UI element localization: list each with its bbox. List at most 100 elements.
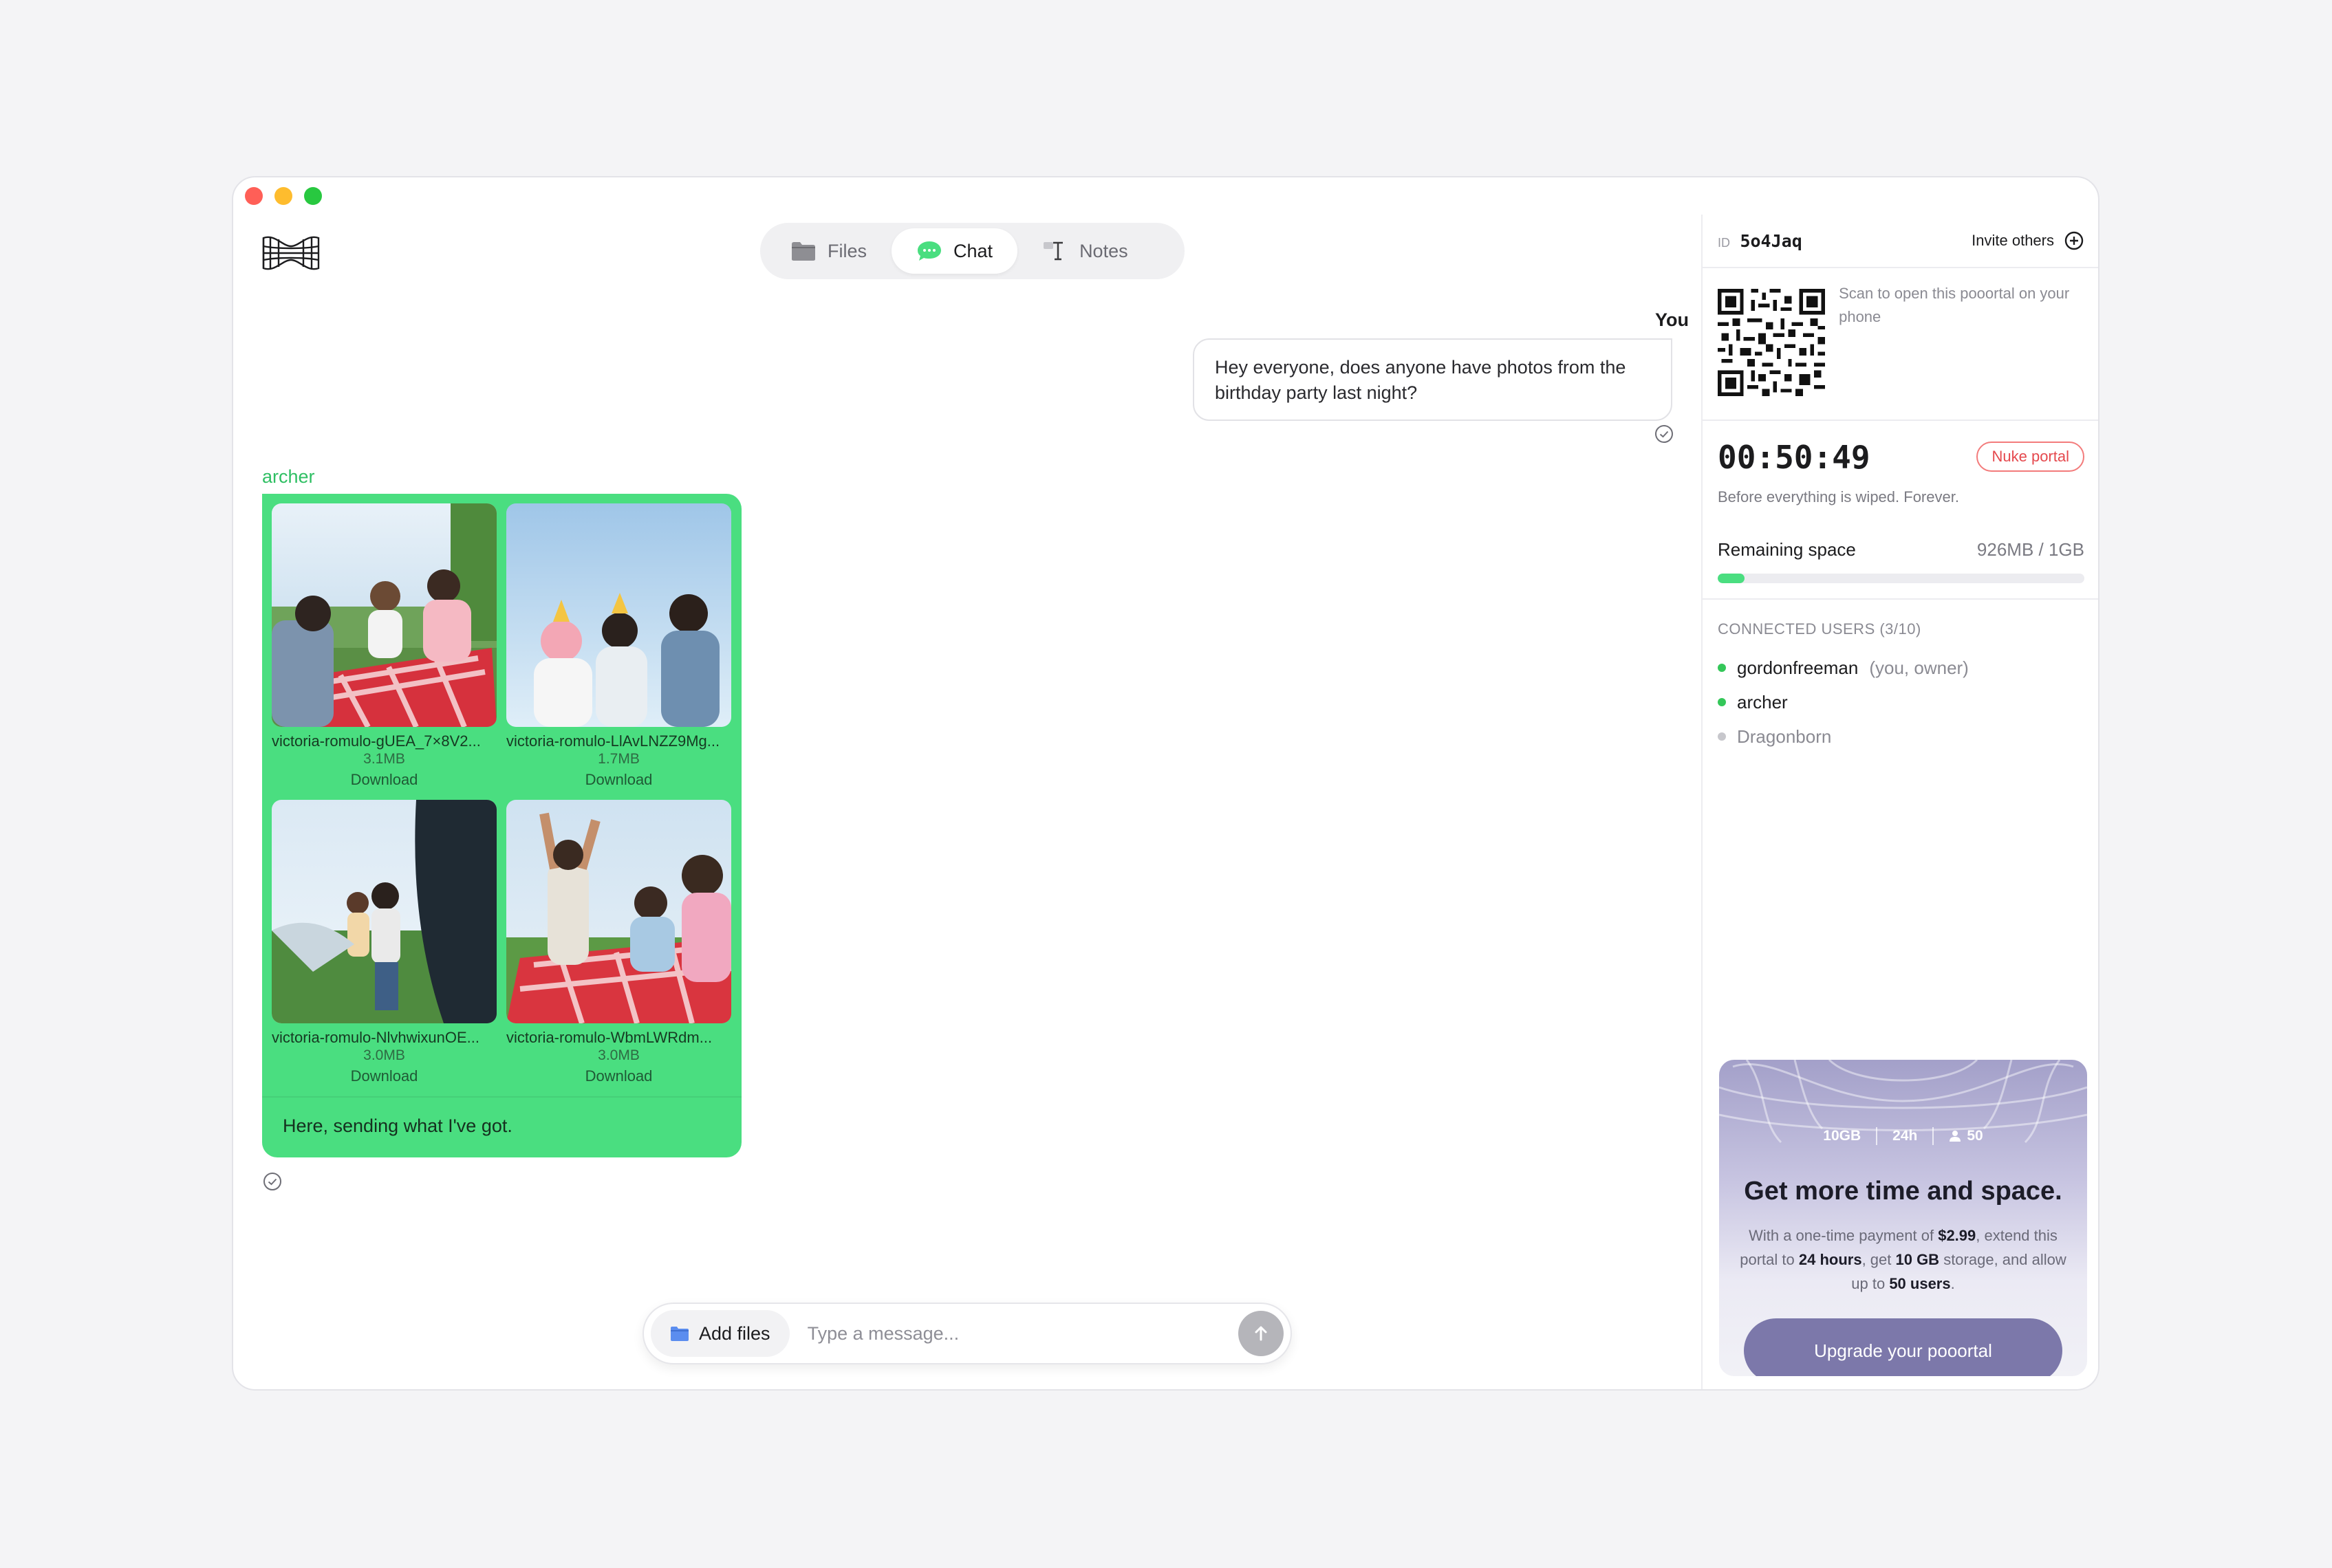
attachment-filename: victoria-romulo-WbmLWRdm... — [506, 1029, 713, 1046]
user-list-item: gordonfreeman (you, owner) — [1718, 651, 2084, 685]
app-logo-icon[interactable] — [261, 231, 321, 275]
tab-chat-label: Chat — [953, 240, 993, 261]
user-name: archer — [1737, 691, 1788, 712]
attachment-size: 3.0MB — [363, 1047, 405, 1063]
window-controls — [245, 187, 322, 205]
attachment-item: victoria-romulo-NlvhwixunOE... 3.0MB Dow… — [272, 800, 497, 1088]
promo-title: Get more time and space. — [1744, 1177, 2062, 1206]
photo-thumbnail[interactable] — [272, 800, 497, 1023]
attachment-item: victoria-romulo-WbmLWRdm... 3.0MB Downlo… — [506, 800, 731, 1088]
user-list-item: archer — [1718, 685, 2084, 719]
portal-id-section: ID 5o4Jaq Invite others — [1703, 215, 2098, 268]
promo-price: $2.99 — [1938, 1227, 1976, 1244]
user-meta: (you, owner) — [1869, 657, 1969, 678]
tab-notes[interactable]: Notes — [1017, 228, 1153, 274]
message-text: Here, sending what I've got. — [262, 1096, 742, 1157]
attachment-item: victoria-romulo-LlAvLNZZ9Mg... 1.7MB Dow… — [506, 503, 731, 792]
message-composer: Add files — [643, 1303, 1292, 1364]
divider — [1876, 1127, 1878, 1145]
divider — [1932, 1127, 1934, 1145]
attachment-filename: victoria-romulo-gUEA_7×8V2... — [272, 732, 481, 750]
invite-others-label: Invite others — [1972, 232, 2054, 249]
download-link[interactable]: Download — [272, 768, 497, 792]
promo-storage: 10 GB — [1895, 1251, 1940, 1268]
qr-section: Scan to open this pooortal on your phone — [1703, 268, 2098, 421]
upgrade-promo-card: 10GB 24h 50 Get more time and space. Wit… — [1719, 1060, 2087, 1376]
storage-progress-fill — [1718, 574, 1745, 583]
attachment-item: victoria-romulo-gUEA_7×8V2... 3.1MB Down… — [272, 503, 497, 792]
storage-progress-bar — [1718, 574, 2084, 583]
promo-text: . — [1950, 1275, 1955, 1292]
sender-label-you: You — [1655, 309, 1689, 330]
qr-instructions: Scan to open this pooortal on your phone — [1839, 285, 2070, 325]
maximize-window-button[interactable] — [304, 187, 322, 205]
plus-circle-icon — [2064, 231, 2084, 250]
add-files-label: Add files — [699, 1322, 770, 1344]
tab-chat[interactable]: Chat — [892, 228, 1018, 274]
promo-users: 50 users — [1889, 1275, 1951, 1292]
nuke-portal-button[interactable]: Nuke portal — [1976, 442, 2084, 472]
invite-others-button[interactable]: Invite others — [1972, 230, 2084, 251]
upgrade-button[interactable]: Upgrade your pooortal — [1744, 1318, 2062, 1376]
timer-caption: Before everything is wiped. Forever. — [1718, 488, 1959, 505]
photo-thumbnail[interactable] — [272, 503, 497, 727]
message-input[interactable] — [789, 1322, 1238, 1344]
promo-stats: 10GB 24h 50 — [1719, 1127, 2087, 1145]
online-status-dot — [1718, 664, 1726, 672]
promo-text: With a one-time payment of — [1749, 1227, 1939, 1244]
countdown-timer: 00:50:49 — [1718, 439, 1870, 476]
message-bubble-archer: victoria-romulo-gUEA_7×8V2... 3.1MB Down… — [262, 494, 742, 1157]
message-bubble-you: Hey everyone, does anyone have photos fr… — [1193, 338, 1672, 421]
portal-id-value[interactable]: 5o4Jaq — [1740, 231, 1802, 251]
connected-users-header: CONNECTED USERS (3/10) — [1718, 620, 1921, 638]
user-name: gordonfreeman — [1737, 657, 1859, 678]
photo-thumbnail[interactable] — [506, 800, 731, 1023]
remaining-space-label: Remaining space — [1718, 539, 1856, 560]
delivered-check-icon — [1655, 425, 1673, 443]
user-list-item: Dragonborn — [1718, 719, 2084, 754]
portal-sidebar: ID 5o4Jaq Invite others Scan to open thi… — [1701, 215, 2098, 1389]
tab-files-label: Files — [828, 240, 867, 261]
portal-id-label: ID — [1718, 235, 1730, 250]
download-link[interactable]: Download — [506, 1065, 731, 1088]
attachment-size: 3.1MB — [363, 751, 405, 767]
view-tabs: Files Chat Notes — [760, 223, 1185, 279]
folder-icon — [792, 242, 815, 261]
attachment-filename: victoria-romulo-NlvhwixunOE... — [272, 1029, 479, 1046]
connected-users-section: CONNECTED USERS (3/10) gordonfreeman (yo… — [1703, 600, 2098, 754]
close-window-button[interactable] — [245, 187, 263, 205]
app-window: Files Chat Notes You Hey everyone, does … — [232, 176, 2099, 1391]
download-link[interactable]: Download — [272, 1065, 497, 1088]
promo-storage-stat: 10GB — [1823, 1128, 1861, 1144]
online-status-dot — [1718, 698, 1726, 706]
photo-thumbnail[interactable] — [506, 503, 731, 727]
add-files-button[interactable]: Add files — [651, 1310, 790, 1357]
qr-code[interactable] — [1718, 282, 1826, 403]
user-name: Dragonborn — [1737, 726, 1832, 747]
attachment-size: 1.7MB — [598, 751, 640, 767]
promo-hours: 24 hours — [1798, 1251, 1862, 1268]
folder-icon — [671, 1327, 689, 1341]
attachment-grid: victoria-romulo-gUEA_7×8V2... 3.1MB Down… — [272, 503, 732, 1088]
user-icon — [1950, 1131, 1961, 1142]
attachment-filename: victoria-romulo-LlAvLNZZ9Mg... — [506, 732, 720, 750]
download-link[interactable]: Download — [506, 768, 731, 792]
offline-status-dot — [1718, 732, 1726, 741]
remaining-space-value: 926MB / 1GB — [1976, 539, 2084, 560]
timer-section: 00:50:49 Nuke portal Before everything i… — [1703, 421, 2098, 600]
send-button[interactable] — [1238, 1311, 1284, 1356]
promo-text: , get — [1861, 1251, 1896, 1268]
promo-description: With a one-time payment of $2.99, extend… — [1740, 1223, 2066, 1296]
minimize-window-button[interactable] — [274, 187, 292, 205]
sender-label-archer: archer — [262, 466, 315, 487]
tab-notes-label: Notes — [1079, 240, 1128, 261]
tab-files[interactable]: Files — [766, 228, 892, 274]
chat-bubble-icon — [918, 241, 942, 261]
promo-time-stat: 24h — [1892, 1128, 1918, 1144]
delivered-check-icon — [263, 1173, 281, 1190]
attachment-size: 3.0MB — [598, 1047, 640, 1063]
arrow-up-icon — [1255, 1326, 1267, 1341]
text-cursor-icon — [1044, 241, 1064, 261]
promo-users-stat: 50 — [1949, 1128, 1983, 1144]
promo-users-value: 50 — [1967, 1128, 1983, 1144]
